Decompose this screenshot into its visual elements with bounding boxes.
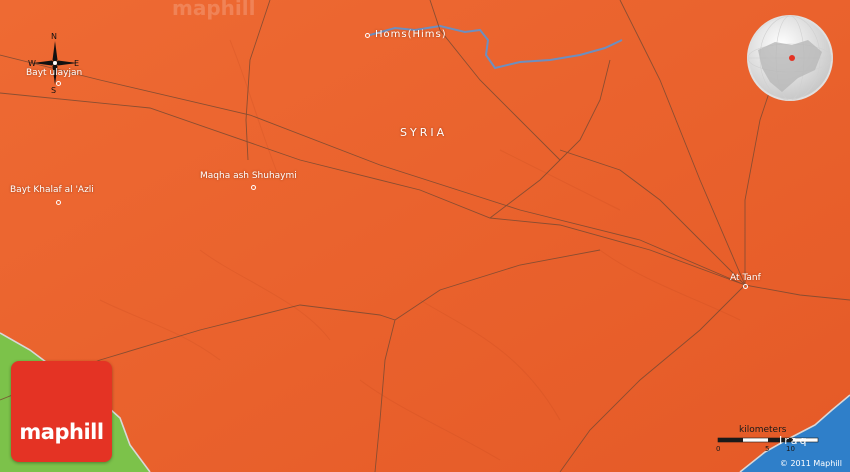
maphill-logo[interactable]: maphill: [11, 361, 112, 462]
compass-west-label: W: [28, 59, 36, 68]
place-marker-bayt-khalaf[interactable]: [56, 200, 61, 205]
place-marker-maqha[interactable]: [251, 185, 256, 190]
globe-inset: [747, 15, 833, 101]
map-canvas[interactable]: maphill N S W E Homs(Hims) Bayt ulayjan …: [0, 0, 850, 472]
compass-east-label: E: [74, 59, 80, 68]
maphill-logo-text: maphill: [19, 420, 104, 444]
scale-title: kilometers: [739, 425, 787, 435]
terrain-layer: [0, 0, 850, 472]
compass-north-label: N: [51, 32, 57, 41]
syria-land: [0, 0, 850, 472]
maphill-watermark: maphill: [172, 0, 256, 20]
place-marker-homs[interactable]: [365, 33, 370, 38]
place-label-bayt-khalaf[interactable]: Bayt Khalaf al 'Azli: [10, 185, 94, 195]
compass-south-label: S: [51, 86, 57, 95]
place-marker-bayt-sulayjan[interactable]: [56, 81, 61, 86]
scale-tick-10: 10: [786, 445, 795, 453]
place-label-bayt-sulayjan[interactable]: Bayt ulayjan: [26, 68, 82, 78]
place-marker-at-tanf[interactable]: [743, 284, 748, 289]
place-label-at-tanf[interactable]: At Tanf: [730, 273, 761, 283]
scale-tick-5: 5: [765, 445, 770, 453]
place-label-homs[interactable]: Homs(Hims): [375, 29, 447, 40]
country-label-syria: SYRIA: [400, 126, 448, 139]
copyright-notice: © 2011 Maphill: [779, 459, 842, 468]
place-label-maqha[interactable]: Maqha ash Shuhaymi: [200, 171, 297, 181]
scale-tick-0: 0: [716, 445, 721, 453]
